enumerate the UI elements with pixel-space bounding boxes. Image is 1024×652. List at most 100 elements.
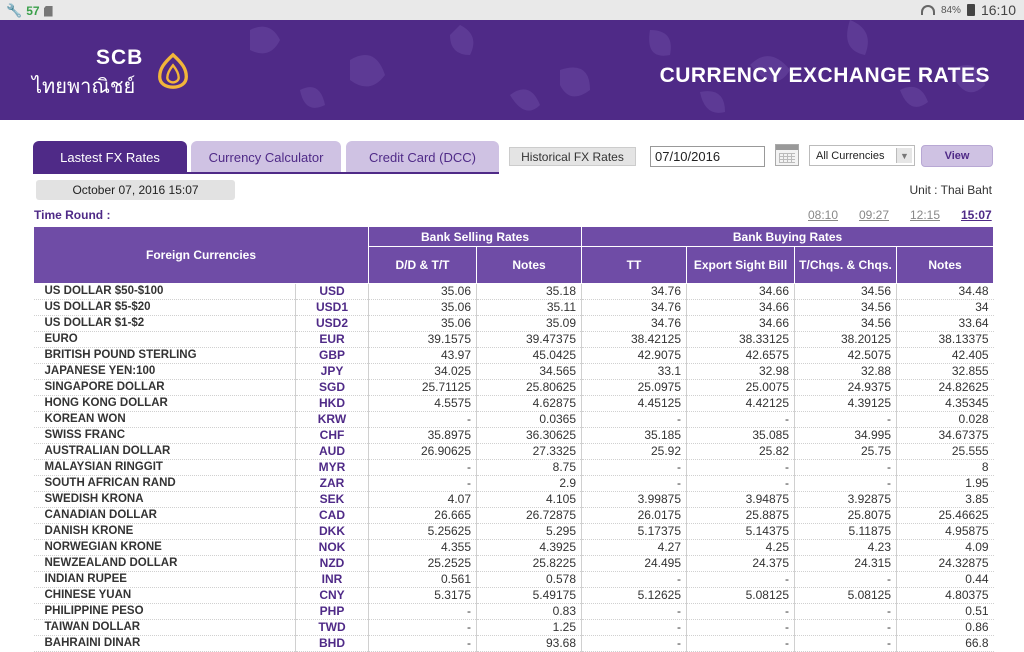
- logo-thai-text: ไทยพาณิชย์: [32, 76, 136, 98]
- rate-cell: -: [581, 459, 687, 476]
- tab-credit-card-dcc[interactable]: Credit Card (DCC): [346, 141, 499, 173]
- wifi-icon: [920, 5, 935, 15]
- rate-cell: -: [686, 571, 795, 588]
- rate-cell: 33.64: [896, 315, 994, 332]
- rate-cell: 34.76: [581, 315, 687, 332]
- time-round-label: Time Round :: [34, 208, 111, 222]
- rate-cell: 4.355: [368, 539, 477, 556]
- currency-name: HONG KONG DOLLAR: [33, 395, 296, 412]
- rate-cell: 35.06: [368, 299, 477, 316]
- rate-cell: 25.82: [686, 443, 795, 460]
- exchange-rates-table: Foreign Currencies Bank Selling Rates Ba…: [33, 226, 995, 652]
- currency-code: SEK: [295, 491, 369, 508]
- rate-cell: 38.20125: [794, 331, 897, 348]
- rate-cell: 34.48: [896, 283, 994, 300]
- rate-cell: -: [368, 459, 477, 476]
- rate-cell: 0.561: [368, 571, 477, 588]
- rate-cell: 0.44: [896, 571, 994, 588]
- rate-cell: 4.42125: [686, 395, 795, 412]
- rate-cell: -: [686, 603, 795, 620]
- time-round-1507[interactable]: 15:07: [961, 208, 992, 222]
- rate-cell: 34.56: [794, 283, 897, 300]
- rate-cell: 24.375: [686, 555, 795, 572]
- page-title: CURRENCY EXCHANGE RATES: [659, 64, 990, 87]
- rate-cell: 4.25: [686, 539, 795, 556]
- rate-cell: 4.105: [475, 491, 582, 508]
- currency-name: INDIAN RUPEE: [33, 571, 296, 588]
- rate-cell: -: [368, 635, 477, 652]
- currency-code: CHF: [295, 427, 369, 444]
- currency-name: CHINESE YUAN: [33, 587, 296, 604]
- rate-cell: -: [368, 619, 477, 636]
- rate-cell: 32.98: [686, 363, 795, 380]
- table-row: BAHRAINI DINAR BHD -93.68- - -66.8: [33, 635, 994, 652]
- tab-currency-calculator[interactable]: Currency Calculator: [191, 141, 341, 173]
- rate-cell: 34.56: [794, 315, 897, 332]
- date-input[interactable]: [650, 146, 765, 167]
- time-round-0810[interactable]: 08:10: [808, 208, 838, 222]
- currency-code: HKD: [295, 395, 369, 412]
- table-row: CANADIAN DOLLAR CAD 26.665 26.72875 26.0175 2…: [33, 507, 994, 524]
- table-row: US DOLLAR $1-$2 USD2 35.06 35.09 34.76 34.66 3…: [33, 315, 994, 332]
- historical-fx-rates-button[interactable]: Historical FX Rates: [509, 147, 636, 166]
- rate-cell: 5.295: [475, 523, 582, 540]
- header-foreign-currencies: Foreign Currencies: [33, 226, 369, 284]
- time-round-0927[interactable]: 09:27: [859, 208, 889, 222]
- currency-code: SGD: [295, 379, 369, 396]
- rate-cell: -: [581, 635, 687, 652]
- rate-cell: -: [794, 603, 897, 620]
- currency-name: DANISH KRONE: [33, 523, 296, 540]
- time-round-1215[interactable]: 12:15: [910, 208, 940, 222]
- calendar-icon[interactable]: [775, 144, 799, 166]
- rate-cell: -: [686, 411, 795, 428]
- scb-emblem-icon: [158, 52, 188, 89]
- rate-cell: -: [581, 603, 687, 620]
- rate-cell: 4.95875: [896, 523, 994, 540]
- currency-name: BRITISH POUND STERLING: [33, 347, 296, 364]
- rate-cell: 38.42125: [581, 331, 687, 348]
- currency-name: US DOLLAR $1-$2: [33, 315, 296, 332]
- clock: 16:10: [980, 2, 1016, 18]
- table-row: SOUTH AFRICAN RAND ZAR -2.9- - -1.95: [33, 475, 994, 492]
- table-row: SINGAPORE DOLLAR SGD 25.71125 25.80625 25.09…: [33, 379, 994, 396]
- rate-cell: 4.62875: [475, 395, 582, 412]
- rate-cell: -: [581, 571, 687, 588]
- rate-cell: 0.028: [896, 411, 994, 428]
- currency-code: KRW: [295, 411, 369, 428]
- rate-cell: 25.0075: [686, 379, 795, 396]
- currency-code: ZAR: [295, 475, 369, 492]
- rate-cell: 5.14375: [686, 523, 795, 540]
- currency-name: JAPANESE YEN:100: [33, 363, 296, 380]
- rate-cell: 35.06: [368, 315, 477, 332]
- rate-cell: 5.49175: [475, 587, 582, 604]
- currency-code: GBP: [295, 347, 369, 364]
- subheader-export-sight-bill: Export Sight Bill: [686, 246, 796, 284]
- currency-code: CNY: [295, 587, 369, 604]
- view-button[interactable]: View: [921, 145, 993, 167]
- logo-text: SCB: [96, 46, 144, 69]
- rate-cell: 3.92875: [794, 491, 897, 508]
- rate-cell: 32.88: [794, 363, 897, 380]
- table-row: DANISH KRONE DKK 5.25625 5.295 5.17375 5.1437…: [33, 523, 994, 540]
- rate-cell: 5.11875: [794, 523, 897, 540]
- tab-latest-fx-rates[interactable]: Lastest FX Rates: [33, 141, 187, 173]
- rate-cell: 35.06: [368, 283, 477, 300]
- rate-cell: 5.08125: [794, 587, 897, 604]
- rate-cell: 4.27: [581, 539, 687, 556]
- rate-cell: 36.30625: [475, 427, 582, 444]
- table-row: MALAYSIAN RINGGIT MYR -8.75- - -8: [33, 459, 994, 476]
- currency-select[interactable]: All Currencies ▼: [809, 145, 915, 166]
- rate-cell: 35.18: [475, 283, 582, 300]
- rate-cell: 26.90625: [368, 443, 477, 460]
- currency-code: MYR: [295, 459, 369, 476]
- rate-cell: 34.56: [794, 299, 897, 316]
- rate-cell: 4.09: [896, 539, 994, 556]
- rate-rows: US DOLLAR $50-$100 USD 35.06 35.18 34.76 34.6…: [33, 283, 994, 652]
- rate-cell: -: [794, 571, 897, 588]
- rate-cell: 34: [896, 299, 994, 316]
- table-row: NORWEGIAN KRONE NOK 4.355 4.3925 4.27 4.25 4.2…: [33, 539, 994, 556]
- currency-code: PHP: [295, 603, 369, 620]
- rate-cell: 34.025: [368, 363, 477, 380]
- rate-cell: 0.83: [475, 603, 582, 620]
- table-row: CHINESE YUAN CNY 5.3175 5.49175 5.12625 5.081…: [33, 587, 994, 604]
